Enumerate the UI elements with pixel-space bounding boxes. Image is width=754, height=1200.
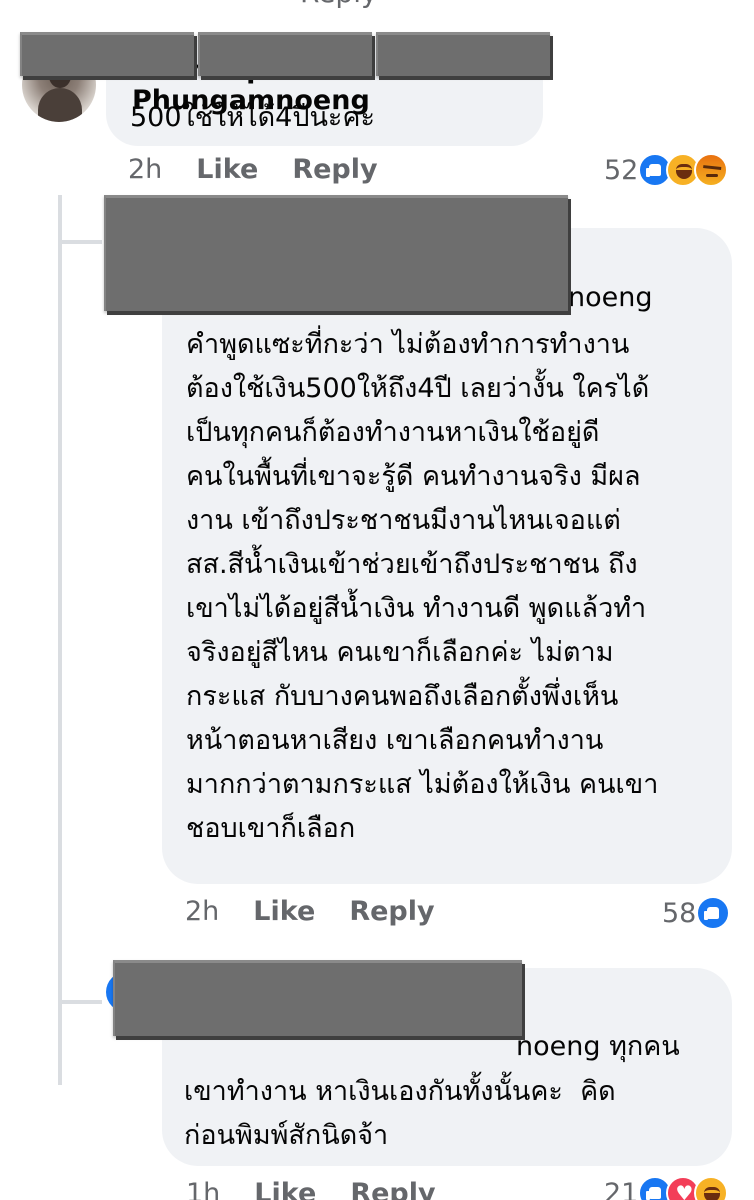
comment-text: เขาทำงาน หาเงินเองกันทั้งนั้นคะ คิด ก่อน… (184, 1076, 616, 1151)
reaction-count: 21 (604, 1177, 639, 1200)
redaction-box (20, 32, 194, 76)
reaction-summary[interactable]: 52 (604, 153, 729, 187)
comment-actions: 2h Like Reply (185, 896, 435, 927)
thread-line-vertical (58, 195, 62, 1085)
like-button[interactable]: Like (196, 154, 258, 185)
like-button[interactable]: Like (253, 896, 315, 927)
angry-icon (694, 153, 729, 187)
reply-button[interactable]: Reply (349, 896, 434, 927)
comment-text: คำพูดแซะที่กะว่า ไม่ต้องทำการทำงาน ต้องใ… (186, 329, 659, 844)
reaction-count: 52 (604, 154, 639, 186)
avatar-body (38, 88, 82, 122)
comment-timestamp[interactable]: 2h (185, 896, 219, 927)
like-icon (696, 896, 731, 930)
redaction-box (113, 960, 522, 1036)
reaction-summary[interactable]: 58 (662, 896, 731, 930)
comment-actions: 2h Like Reply (128, 154, 378, 185)
previous-reply-link[interactable]: Reply (300, 0, 378, 9)
redaction-box (198, 32, 372, 76)
haha-icon (694, 1176, 729, 1200)
reply-button[interactable]: Reply (292, 154, 377, 185)
comment-bubble: noeng คำพูดแซะที่กะว่า ไม่ต้องทำการทำงาน… (162, 228, 732, 884)
reaction-count: 58 (662, 897, 697, 929)
thread-line-branch (58, 240, 102, 244)
commenter-name[interactable]: noeng ทุกคน (516, 1024, 680, 1067)
comment-timestamp[interactable]: 1h (186, 1178, 220, 1200)
commenter-name[interactable]: noeng (568, 282, 653, 313)
thread-line-branch (58, 1000, 102, 1004)
comment-actions: 1h Like Reply (186, 1178, 436, 1200)
reaction-summary[interactable]: 21 (604, 1176, 729, 1200)
comment-text: 500ใช้ให้ได้4ปีนะคะ (130, 102, 375, 133)
comment-thread: Reply Phimonpun Phungamnoeng 500ใช้ให้ได… (0, 0, 754, 1200)
redaction-box (104, 195, 568, 311)
comment-timestamp[interactable]: 2h (128, 154, 162, 185)
like-button[interactable]: Like (254, 1178, 316, 1200)
redaction-box (376, 32, 550, 76)
reply-button[interactable]: Reply (350, 1178, 435, 1200)
